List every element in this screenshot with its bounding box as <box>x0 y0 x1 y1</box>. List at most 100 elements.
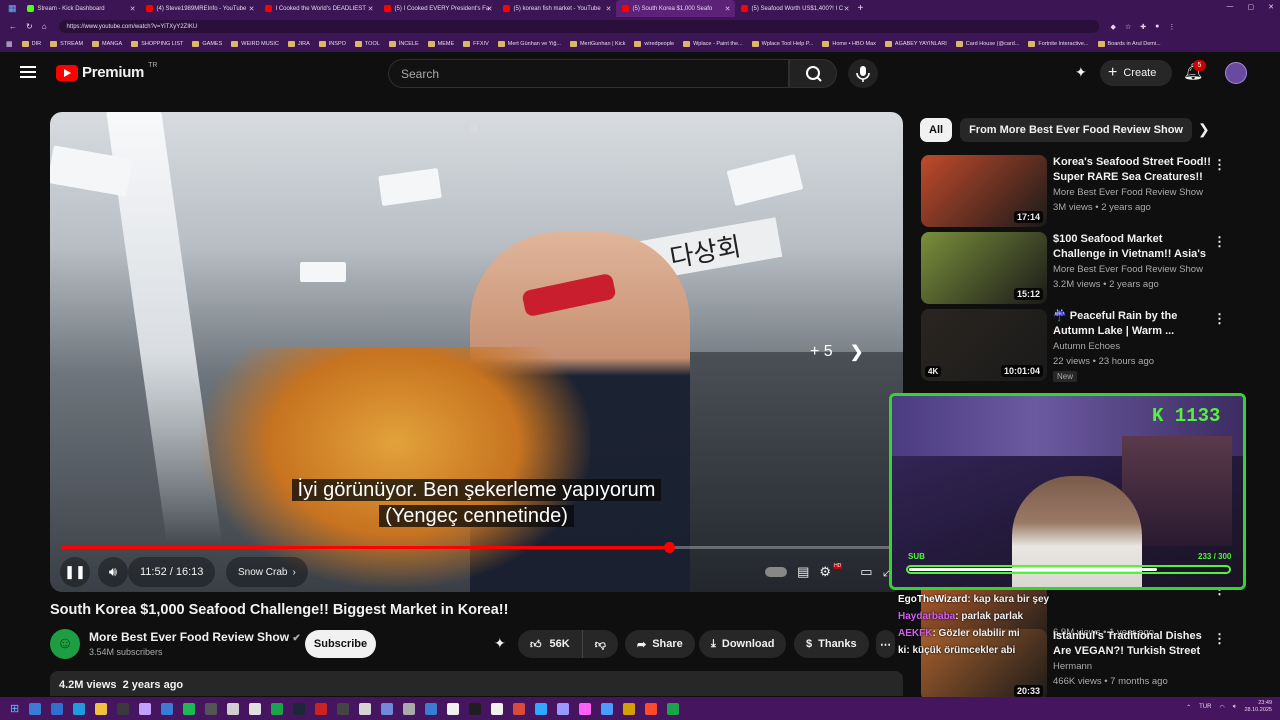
taskbar-app-icon[interactable] <box>535 702 548 715</box>
taskbar-app-icon[interactable] <box>425 702 438 715</box>
settings-gear-icon[interactable]: ⚙ <box>819 564 831 580</box>
profile-icon[interactable]: ● <box>1155 23 1159 31</box>
minimize-icon[interactable]: — <box>1227 3 1234 11</box>
create-button[interactable]: + Create <box>1100 60 1172 86</box>
bookmark-item[interactable]: Home • HBO Max <box>822 40 876 47</box>
taskbar-app-icon[interactable] <box>161 702 174 715</box>
clock[interactable]: 23:49 28.10.2025 <box>1244 700 1272 714</box>
tab-close-icon[interactable]: ✕ <box>487 5 493 13</box>
star-icon[interactable]: ☆ <box>1125 23 1131 31</box>
taskbar-app-icon[interactable] <box>623 702 636 715</box>
voice-search-button[interactable] <box>848 59 878 88</box>
bookmark-item[interactable]: Card House (@card... <box>955 40 1019 47</box>
browser-menu-icon[interactable]: ⋮ <box>1168 23 1175 31</box>
bookmark-item[interactable]: MANGA <box>92 40 122 47</box>
start-icon[interactable]: ⊞ <box>10 702 19 715</box>
bookmark-item[interactable]: Fortnite Interactive... <box>1028 40 1089 47</box>
more-options-icon[interactable]: ⋮ <box>1213 157 1226 173</box>
wifi-icon[interactable]: ◠ <box>1219 704 1224 711</box>
youtube-premium-logo[interactable]: Premium TR <box>56 62 157 81</box>
thanks-button[interactable]: $ Thanks <box>794 630 869 658</box>
pause-button[interactable]: ❚❚ <box>60 557 90 587</box>
more-actions-button[interactable]: ⋯ <box>876 630 895 658</box>
maximize-icon[interactable]: ▢ <box>1248 3 1255 11</box>
bookmark-item[interactable]: wiredpeople <box>634 40 674 47</box>
browser-tab[interactable]: (5) South Korea $1,000 Seafo ✕ <box>615 0 735 17</box>
bookmark-item[interactable]: DIR <box>21 40 41 47</box>
taskbar-app-icon[interactable] <box>601 702 614 715</box>
taskbar-app-icon[interactable] <box>469 702 482 715</box>
miniplayer-icon[interactable]: ⧉ <box>470 123 477 134</box>
tab-close-icon[interactable]: ✕ <box>368 5 374 13</box>
chapter-button[interactable]: Snow Crab › <box>226 557 308 587</box>
bookmark-item[interactable]: STREAM <box>50 40 83 47</box>
video-thumbnail[interactable]: 10:01:04 4K <box>921 309 1047 381</box>
bookmark-item[interactable]: Wplace Tool Help P... <box>751 40 813 47</box>
like-button[interactable]: 👍︎ 56K <box>518 630 583 658</box>
browser-tab[interactable]: (4) Steve1989MREInfo - YouTube ✕ <box>140 0 259 17</box>
bookmark-item[interactable]: GAMES <box>192 40 222 47</box>
subscribe-button[interactable]: Subscribe <box>305 630 376 658</box>
taskbar-app-icon[interactable] <box>359 702 372 715</box>
recommended-title[interactable]: Istanbul's Traditional Dishes Are VEGAN?… <box>1053 629 1213 659</box>
taskbar-app-icon[interactable] <box>95 702 108 715</box>
browser-tab[interactable]: (5) I Cooked EVERY President's Fa ✕ <box>378 0 497 17</box>
taskbar-app-icon[interactable] <box>271 702 284 715</box>
apps-icon[interactable]: ▦ <box>6 40 13 48</box>
volume-button[interactable]: 🔊︎ <box>98 557 128 587</box>
next-chevron-icon[interactable]: ❯ <box>850 342 863 362</box>
video-thumbnail[interactable]: 17:14 <box>921 155 1047 227</box>
taskbar-app-icon[interactable] <box>645 702 658 715</box>
taskbar-app-icon[interactable] <box>337 702 350 715</box>
filter-chip[interactable]: All <box>920 118 953 142</box>
puzzle-icon[interactable]: ✚ <box>1140 23 1146 31</box>
recommended-channel[interactable]: More Best Ever Food Review Show <box>1053 264 1203 275</box>
bookmark-item[interactable]: INSPO <box>318 40 346 47</box>
browser-tab[interactable]: (5) korean fish market - YouTube ✕ <box>497 0 616 17</box>
recommended-channel[interactable]: Autumn Echoes <box>1053 341 1120 352</box>
bookmark-item[interactable]: Boards in Arul Demi... <box>1097 40 1161 47</box>
new-tab-button[interactable]: + <box>858 3 864 14</box>
recommended-channel[interactable]: Hermann <box>1053 661 1092 672</box>
tab-close-icon[interactable]: ✕ <box>249 5 255 13</box>
filter-chip[interactable]: From More Best Ever Food Review Show <box>960 118 1192 142</box>
hamburger-menu-icon[interactable] <box>20 66 36 78</box>
language-indicator[interactable]: TUR <box>1199 704 1211 710</box>
taskbar-app-icon[interactable] <box>227 702 240 715</box>
bookmark-item[interactable]: Wplace - Paint the... <box>683 40 743 47</box>
taskbar-app-icon[interactable] <box>381 702 394 715</box>
home-icon[interactable]: ⌂ <box>42 22 47 31</box>
video-thumbnail[interactable]: 15:12 <box>921 232 1047 304</box>
chips-next-chevron-icon[interactable]: ❯ <box>1198 121 1210 138</box>
extension-icon[interactable]: ◆ <box>1111 23 1116 31</box>
bookmark-item[interactable]: TOOL <box>354 40 380 47</box>
bookmark-item[interactable]: MertGunhan | Kick <box>569 40 625 47</box>
taskbar-app-icon[interactable] <box>579 702 592 715</box>
account-avatar[interactable] <box>1225 62 1247 84</box>
close-window-icon[interactable]: ✕ <box>1268 3 1274 11</box>
taskbar-app-icon[interactable] <box>205 702 218 715</box>
taskbar-app-icon[interactable] <box>183 702 196 715</box>
taskbar-app-icon[interactable] <box>667 702 680 715</box>
taskbar-app-icon[interactable] <box>315 702 328 715</box>
taskbar-app-icon[interactable] <box>513 702 526 715</box>
progress-bar[interactable] <box>62 542 891 553</box>
search-button[interactable] <box>789 59 837 88</box>
sparkle-icon[interactable]: ✦ <box>1075 64 1087 81</box>
more-options-icon[interactable]: ⋮ <box>1213 631 1226 647</box>
sparkle-action-icon[interactable]: ✦ <box>494 635 506 652</box>
address-bar[interactable]: https://www.youtube.com/watch?v=YiTXyY2Z… <box>58 20 1099 33</box>
recommended-video[interactable]: 17:14 Korea's Seafood Street Food!! Super… <box>921 155 1261 227</box>
browser-tab[interactable]: I Cooked the World's DEADLIEST ✕ <box>259 0 378 17</box>
browser-tab[interactable]: (5) Seafood Worth US$1,400?! I C ✕ <box>735 0 854 17</box>
progress-scrubber[interactable] <box>663 542 675 553</box>
taskbar-app-icon[interactable] <box>29 702 42 715</box>
taskbar-app-icon[interactable] <box>117 702 130 715</box>
bookmark-item[interactable]: JIRA <box>287 40 310 47</box>
autoplay-toggle[interactable] <box>765 567 788 577</box>
taskbar-app-icon[interactable] <box>51 702 64 715</box>
theater-mode-icon[interactable]: ▭ <box>860 564 872 580</box>
more-options-icon[interactable]: ⋮ <box>1213 311 1226 327</box>
channel-name[interactable]: More Best Ever Food Review Show ✔ <box>89 630 301 644</box>
tab-close-icon[interactable]: ✕ <box>130 5 136 13</box>
